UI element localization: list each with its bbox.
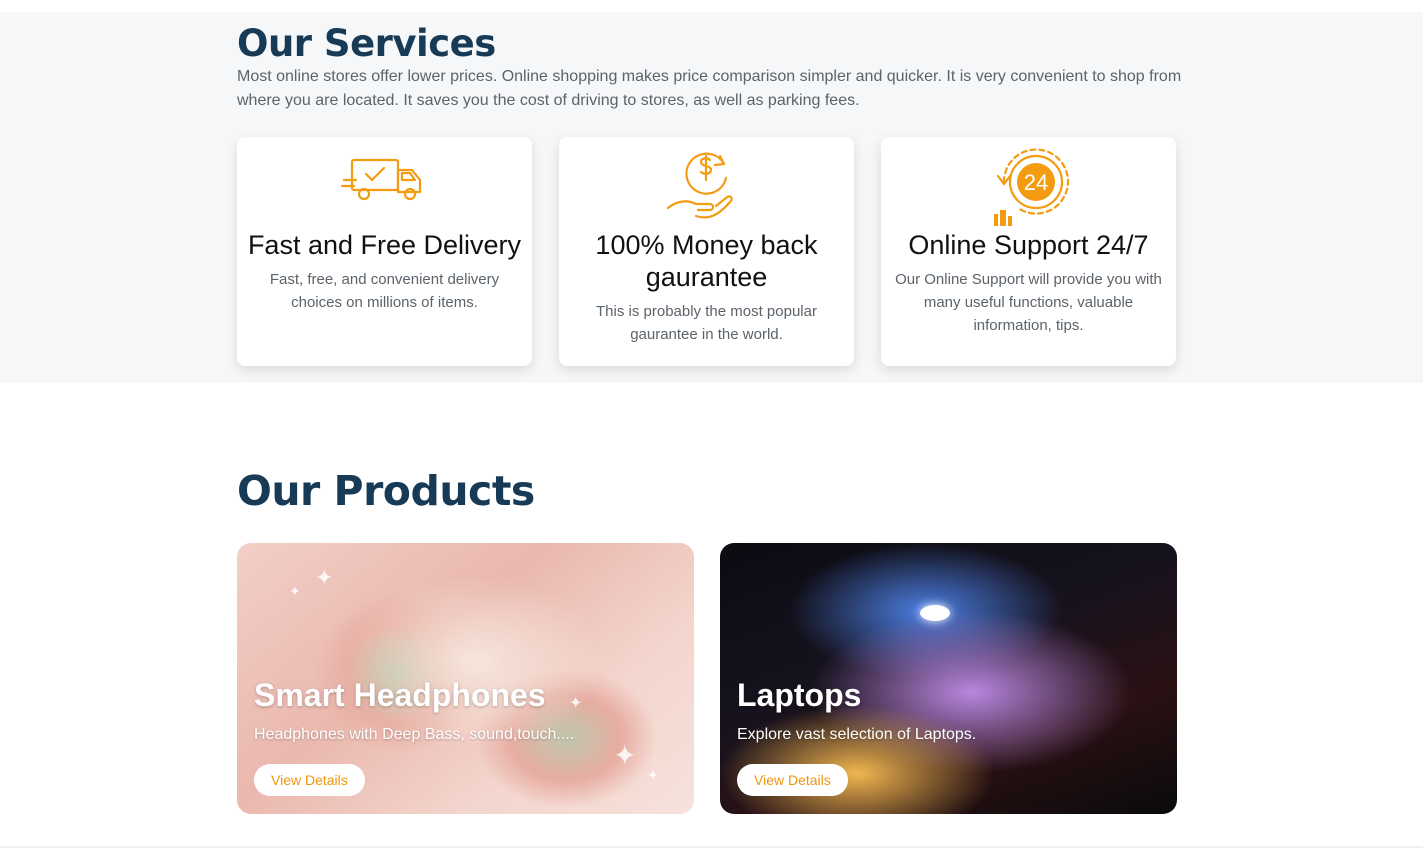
sparkle-icon: ✦ bbox=[569, 695, 583, 712]
product-name: Smart Headphones bbox=[254, 677, 546, 713]
service-text: Fast, free, and convenient delivery choi… bbox=[269, 271, 500, 311]
money-back-icon bbox=[666, 152, 733, 219]
service-card-delivery: Fast and Free Delivery Fast, free, and c… bbox=[237, 137, 532, 366]
services-description: Most online stores offer lower prices. O… bbox=[237, 68, 1182, 109]
service-text: This is probably the most popular gauran… bbox=[596, 303, 817, 343]
services-title: Our Services bbox=[237, 22, 496, 65]
product-card-headphones[interactable]: ✦ ✦ ✦ ✦ ✦ Smart Headphones Headphones wi… bbox=[237, 543, 694, 814]
sparkle-icon: ✦ bbox=[289, 583, 301, 599]
service-title: 100% Money back gaurantee bbox=[595, 230, 818, 292]
sparkle-icon: ✦ bbox=[647, 767, 659, 783]
delivery-truck-icon bbox=[340, 158, 421, 201]
product-description: Explore vast selection of Laptops. bbox=[737, 726, 977, 743]
service-card-money-back: 100% Money back gaurantee This is probab… bbox=[559, 137, 854, 366]
product-name: Laptops bbox=[737, 677, 862, 713]
apple-logo-icon bbox=[920, 605, 950, 621]
service-title: Online Support 24/7 bbox=[908, 230, 1149, 260]
product-description: Headphones with Deep Bass, sound,touch..… bbox=[254, 726, 575, 743]
sparkle-icon: ✦ bbox=[613, 740, 637, 771]
service-card-support: 24 Online Support 24/7 Our Online Suppor… bbox=[881, 137, 1176, 366]
view-details-button[interactable]: View Details bbox=[254, 764, 365, 796]
products-title: Our Products bbox=[237, 467, 535, 515]
support-24-icon: 24 bbox=[993, 148, 1069, 226]
sparkle-icon: ✦ bbox=[315, 565, 334, 590]
service-text: Our Online Support will provide you with… bbox=[895, 271, 1162, 334]
service-title: Fast and Free Delivery bbox=[247, 230, 522, 260]
view-details-button[interactable]: View Details bbox=[737, 764, 848, 796]
support-24-label: 24 bbox=[1023, 170, 1047, 195]
services-section: Our Services Most online stores offer lo… bbox=[0, 12, 1423, 383]
product-card-laptops[interactable]: Laptops Explore vast selection of Laptop… bbox=[720, 543, 1177, 814]
